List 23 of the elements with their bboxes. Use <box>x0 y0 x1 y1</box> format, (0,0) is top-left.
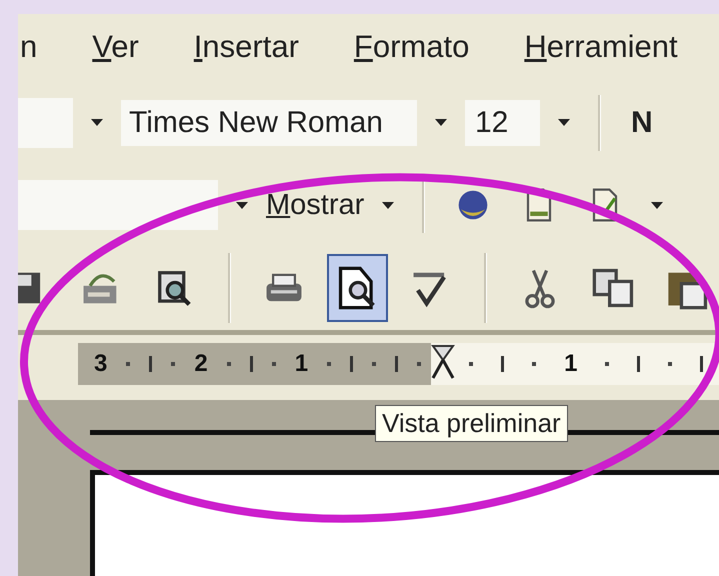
caret-icon[interactable] <box>236 202 248 208</box>
menu-item[interactable]: Herramient <box>524 29 678 65</box>
menu-item[interactable]: Formato <box>354 29 470 65</box>
ruler-number: 1 <box>564 350 578 378</box>
menu-item[interactable]: n <box>20 29 38 65</box>
bold-button[interactable]: N <box>621 102 663 144</box>
caret-icon[interactable] <box>435 119 447 126</box>
font-field[interactable]: Times New Roman <box>121 100 417 146</box>
tooltip: Vista preliminar <box>375 405 568 442</box>
print-preview-button[interactable] <box>326 254 388 322</box>
menu-item[interactable]: Insertar <box>194 29 299 65</box>
ruler-number: 1 <box>294 350 308 378</box>
ruler-number: 2 <box>194 350 208 378</box>
caret-icon[interactable] <box>558 119 570 126</box>
caret-icon[interactable] <box>382 202 394 208</box>
show-menu-button[interactable]: Mostrar <box>266 184 364 226</box>
display-field[interactable] <box>18 180 218 230</box>
caret-icon[interactable] <box>91 119 103 126</box>
font-size-field[interactable]: 12 <box>465 100 540 146</box>
style-field[interactable] <box>18 98 73 148</box>
menu-item[interactable]: Ver <box>92 29 139 65</box>
ruler-number: 3 <box>94 350 108 378</box>
caret-icon[interactable] <box>651 202 664 208</box>
